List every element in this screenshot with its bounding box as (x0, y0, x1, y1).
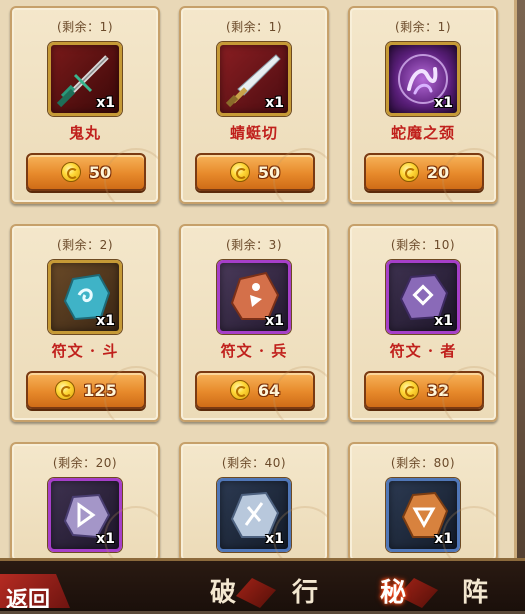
remaining-count: (剩余：1) (226, 20, 282, 34)
remaining-count: (剩余：20) (52, 456, 118, 470)
rune-stone-lavender-icon (63, 493, 111, 539)
item-icon-frame: x1 (386, 260, 460, 334)
shop-item-card[interactable]: (剩余：80) x1 (348, 442, 498, 562)
remaining-count: (剩余：1) (57, 20, 113, 34)
shop-item-card[interactable]: (剩余：3) x1 符文 · 兵 64 (179, 224, 329, 422)
buy-button[interactable]: 20 (364, 153, 484, 191)
item-quantity: x1 (96, 95, 115, 111)
item-icon-frame: x1 (48, 260, 122, 334)
buy-button[interactable]: 64 (195, 371, 315, 409)
shop-item-card[interactable]: (剩余：20) x1 (10, 442, 160, 562)
item-price: 125 (83, 380, 117, 400)
shop-item-card[interactable]: (剩余：2) x1 符文 · 斗 125 (10, 224, 160, 422)
item-quantity: x1 (265, 531, 284, 547)
item-name: 蜻蜓切 (229, 124, 278, 142)
remaining-count: (剩余：10) (390, 238, 456, 252)
tab-po[interactable]: 破 (210, 572, 236, 609)
item-name: 符文 · 兵 (220, 342, 288, 360)
item-icon-frame: x1 (386, 42, 460, 116)
item-quantity: x1 (434, 313, 453, 329)
item-name: 鬼丸 (68, 124, 101, 142)
item-name: 蛇魔之颈 (390, 124, 455, 142)
item-price: 50 (88, 162, 112, 182)
coin-icon (398, 162, 419, 182)
item-price: 50 (257, 162, 281, 182)
coin-icon (229, 380, 250, 400)
shop-item-card[interactable]: (剩余：40) x1 (179, 442, 329, 562)
coin-icon (55, 380, 76, 400)
item-price: 20 (426, 162, 450, 182)
shop-item-card[interactable]: (剩余：10) x1 符文 · 者 32 (348, 224, 498, 422)
shop-item-card[interactable]: (剩余：1) x1 蛇魔之颈 20 (348, 6, 498, 204)
item-quantity: x1 (265, 95, 284, 111)
coin-icon (60, 162, 81, 182)
item-quantity: x1 (265, 313, 284, 329)
item-quantity: x1 (434, 95, 453, 111)
coin-icon (398, 380, 419, 400)
remaining-count: (剩余：3) (226, 238, 282, 252)
item-icon-frame: x1 (217, 260, 291, 334)
remaining-count: (剩余：80) (390, 456, 456, 470)
shop-item-card[interactable]: (剩余：1) x1 蜻蜓切 50 (179, 6, 329, 204)
item-quantity: x1 (434, 531, 453, 547)
remaining-count: (剩余：40) (221, 456, 287, 470)
tab-xing[interactable]: 行 (292, 572, 318, 609)
item-icon-frame: x1 (48, 42, 122, 116)
item-name: 符文 · 斗 (51, 342, 119, 360)
buy-button[interactable]: 32 (364, 371, 484, 409)
buy-button[interactable]: 50 (26, 153, 146, 191)
rune-stone-silver-icon (230, 491, 280, 538)
item-icon-frame: x1 (386, 478, 460, 552)
item-name: 符文 · 者 (389, 342, 457, 360)
shop-item-card[interactable]: (剩余：1) x1 鬼丸 50 (10, 6, 160, 204)
item-icon-frame: x1 (217, 478, 291, 552)
coin-icon (229, 162, 250, 182)
item-price: 64 (257, 380, 281, 400)
remaining-count: (剩余：1) (395, 20, 451, 34)
item-price: 32 (426, 380, 450, 400)
buy-button[interactable]: 125 (26, 371, 146, 409)
remaining-count: (剩余：2) (57, 238, 113, 252)
buy-button[interactable]: 50 (195, 153, 315, 191)
rune-stone-amber-icon (401, 491, 449, 538)
tab-mi[interactable]: 秘 (380, 572, 406, 609)
item-quantity: x1 (96, 531, 115, 547)
item-icon-frame: x1 (217, 42, 291, 116)
item-quantity: x1 (96, 313, 115, 329)
item-icon-frame: x1 (48, 478, 122, 552)
tab-zhen[interactable]: 阵 (462, 572, 488, 609)
